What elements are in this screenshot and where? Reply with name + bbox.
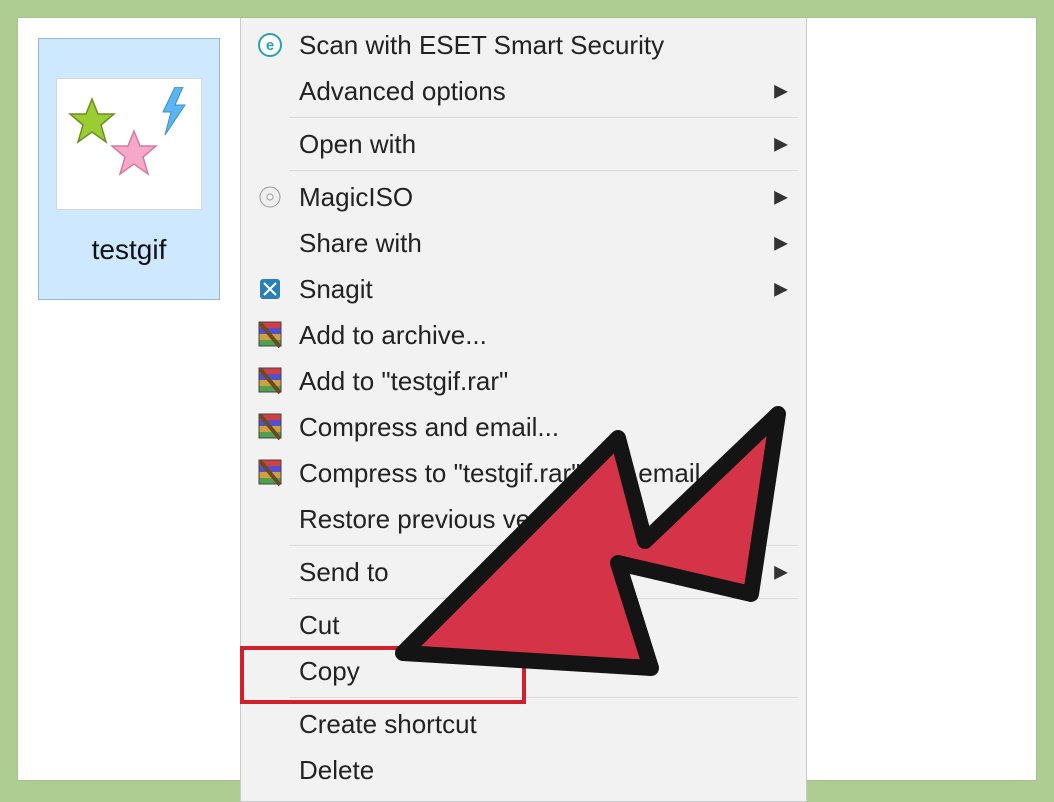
menu-item-label: Create shortcut	[299, 709, 477, 740]
menu-item-delete[interactable]: Delete	[241, 747, 806, 793]
menu-item-label: Compress and email...	[299, 412, 559, 443]
file-item-testgif[interactable]: testgif	[38, 38, 220, 300]
winrar-icon	[255, 320, 285, 350]
submenu-arrow-icon: ▶	[774, 233, 788, 254]
lightning-icon	[157, 87, 192, 137]
menu-item-add-to-testgif-rar[interactable]: Add to "testgif.rar"	[241, 358, 806, 404]
submenu-arrow-icon: ▶	[774, 279, 788, 300]
menu-item-cut[interactable]: Cut	[241, 602, 806, 648]
submenu-arrow-icon: ▶	[774, 187, 788, 208]
menu-separator	[289, 117, 798, 118]
menu-item-label: Restore previous versions	[299, 504, 600, 535]
menu-item-magiciso[interactable]: MagicISO ▶	[241, 174, 806, 220]
winrar-icon	[255, 412, 285, 442]
magiciso-icon	[255, 182, 285, 212]
menu-item-label: MagicISO	[299, 182, 413, 213]
menu-item-advanced-options[interactable]: Advanced options ▶	[241, 68, 806, 114]
menu-item-compress-to-testgif-rar-and-email[interactable]: Compress to "testgif.rar" and email	[241, 450, 806, 496]
menu-item-label: Scan with ESET Smart Security	[299, 30, 664, 61]
menu-item-label: Add to archive...	[299, 320, 487, 351]
menu-separator	[289, 545, 798, 546]
winrar-icon	[255, 366, 285, 396]
file-thumbnail	[57, 79, 201, 209]
blank-icon	[255, 504, 285, 534]
blank-icon	[255, 656, 285, 686]
menu-item-create-shortcut[interactable]: Create shortcut	[241, 701, 806, 747]
svg-text:e: e	[266, 37, 274, 54]
eset-icon: e	[255, 30, 285, 60]
submenu-arrow-icon: ▶	[774, 562, 788, 583]
blank-icon	[255, 76, 285, 106]
menu-item-add-to-archive[interactable]: Add to archive...	[241, 312, 806, 358]
menu-item-label: Share with	[299, 228, 422, 259]
menu-item-send-to[interactable]: Send to ▶	[241, 549, 806, 595]
menu-item-open-with[interactable]: Open with ▶	[241, 121, 806, 167]
menu-item-snagit[interactable]: Snagit ▶	[241, 266, 806, 312]
menu-separator	[289, 170, 798, 171]
snagit-icon	[255, 274, 285, 304]
context-menu: e Scan with ESET Smart Security Advanced o…	[240, 18, 807, 802]
pink-star-icon	[109, 129, 159, 179]
menu-item-label: Compress to "testgif.rar" and email	[299, 458, 700, 489]
menu-item-copy[interactable]: Copy	[241, 648, 806, 694]
menu-item-share-with[interactable]: Share with ▶	[241, 220, 806, 266]
menu-item-label: Copy	[299, 656, 360, 687]
submenu-arrow-icon: ▶	[774, 81, 788, 102]
blank-icon	[255, 228, 285, 258]
menu-item-label: Delete	[299, 755, 374, 786]
menu-item-restore-previous-versions[interactable]: Restore previous versions	[241, 496, 806, 542]
winrar-icon	[255, 458, 285, 488]
menu-item-compress-and-email[interactable]: Compress and email...	[241, 404, 806, 450]
menu-item-label: Snagit	[299, 274, 373, 305]
blank-icon	[255, 755, 285, 785]
menu-separator	[289, 598, 798, 599]
file-name-label: testgif	[39, 234, 219, 266]
menu-item-label: Send to	[299, 557, 389, 588]
menu-item-label: Add to "testgif.rar"	[299, 366, 508, 397]
blank-icon	[255, 129, 285, 159]
blank-icon	[255, 610, 285, 640]
explorer-window: testgif e Scan with ESET Smart Security Ad…	[18, 18, 1036, 780]
blank-icon	[255, 709, 285, 739]
submenu-arrow-icon: ▶	[774, 134, 788, 155]
menu-item-label: Advanced options	[299, 76, 506, 107]
blank-icon	[255, 557, 285, 587]
menu-separator	[289, 697, 798, 698]
menu-item-label: Cut	[299, 610, 339, 641]
menu-item-scan-with-eset-smart-security[interactable]: e Scan with ESET Smart Security	[241, 22, 806, 68]
menu-item-label: Open with	[299, 129, 416, 160]
